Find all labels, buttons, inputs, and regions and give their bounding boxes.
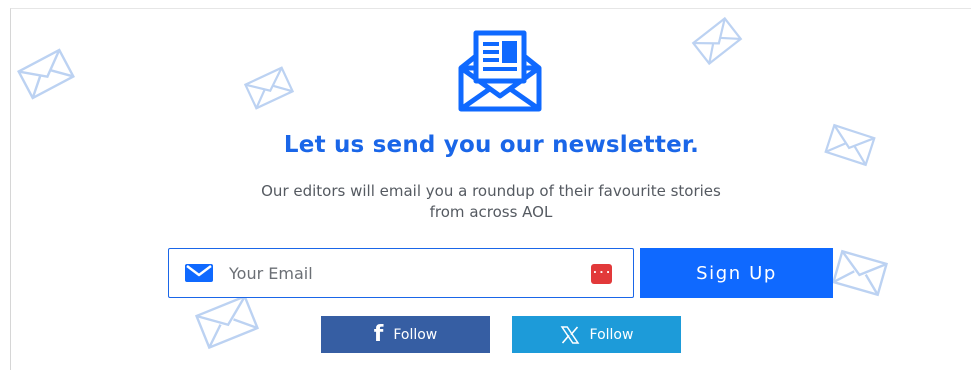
envelope-outline-icon (187, 291, 267, 353)
x-follow-button[interactable]: Follow (512, 316, 681, 353)
newsletter-envelope-icon (458, 30, 542, 112)
newsletter-signup-card: Let us send you our newsletter. Our edit… (10, 8, 971, 370)
facebook-follow-button[interactable]: f Follow (321, 316, 490, 353)
envelope-outline-icon (239, 63, 299, 113)
email-input[interactable] (229, 257, 569, 289)
newsletter-description: Our editors will email you a roundup of … (261, 182, 721, 221)
email-field[interactable]: ··· (168, 248, 634, 298)
envelope-outline-icon (687, 11, 747, 71)
newsletter-title: Let us send you our newsletter. (283, 132, 700, 158)
sign-up-button[interactable]: Sign Up (640, 248, 833, 298)
facebook-icon: f (373, 321, 384, 347)
mail-icon (185, 264, 213, 282)
facebook-follow-label: Follow (393, 326, 438, 343)
x-follow-label: Follow (589, 326, 634, 343)
x-logo-icon (560, 325, 579, 344)
envelope-outline-icon (13, 45, 79, 103)
envelope-outline-icon (827, 241, 893, 305)
password-manager-dots-icon[interactable]: ··· (591, 264, 612, 284)
